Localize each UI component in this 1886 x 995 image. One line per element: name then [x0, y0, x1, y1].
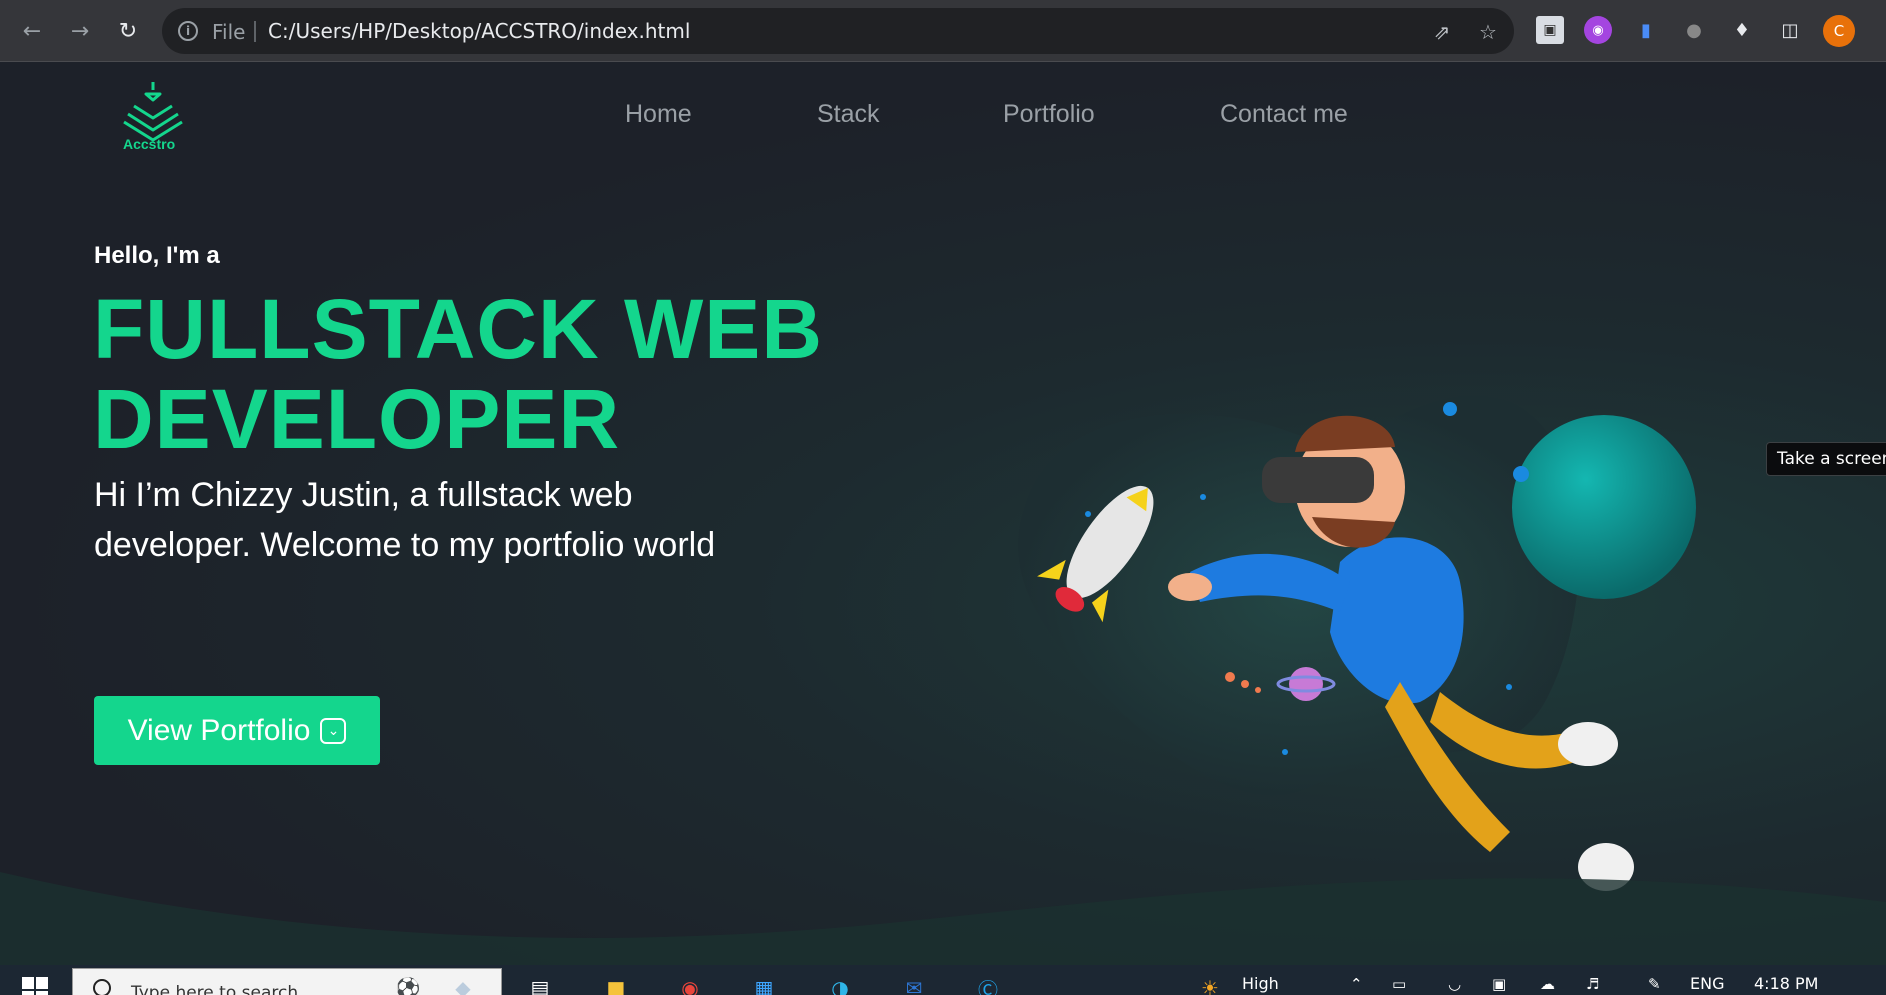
small-dot: [1443, 402, 1457, 416]
soccer-ball-icon[interactable]: ⚽: [390, 973, 426, 995]
small-dot: [1282, 749, 1288, 755]
nav-home[interactable]: Home: [625, 100, 692, 129]
nav-contact-me[interactable]: Contact me: [1220, 100, 1348, 129]
battery-icon[interactable]: ▭: [1392, 975, 1406, 993]
clock-time[interactable]: 4:18 PM: [1754, 974, 1818, 993]
small-dot: [1200, 494, 1206, 500]
chevron-down-icon: ⌄: [320, 717, 347, 744]
task-view-icon[interactable]: ▤: [522, 973, 558, 995]
search-placeholder: Type here to search: [131, 983, 299, 995]
view-portfolio-label: View Portfolio: [127, 713, 311, 747]
teal-planet: [1512, 415, 1696, 599]
chevron-up-icon[interactable]: ⌃: [1350, 975, 1363, 993]
browser-toolbar: ← → ↻ i File C:/Users/HP/Desktop/ACCSTRO…: [0, 0, 1886, 62]
onedrive-icon[interactable]: ☁: [1540, 975, 1555, 993]
logo-wordmark: Accstro: [123, 136, 176, 152]
small-dot: [1506, 684, 1512, 690]
address-bar[interactable]: i File C:/Users/HP/Desktop/ACCSTRO/index…: [162, 8, 1514, 54]
volume-icon[interactable]: ♬: [1586, 975, 1599, 993]
pen-icon[interactable]: ✎: [1648, 975, 1661, 993]
weather-icon[interactable]: ☀: [1192, 973, 1228, 995]
skype-icon[interactable]: Ⓒ: [970, 973, 1006, 995]
bottom-wave: [0, 872, 1886, 965]
hero-illustration: [1018, 395, 1696, 891]
site-info-icon[interactable]: i: [178, 21, 198, 41]
small-dot: [1513, 466, 1529, 482]
meet-now-icon[interactable]: ▣: [1492, 975, 1506, 993]
hero-greeting: Hello, I'm a: [94, 242, 220, 269]
omnibox-divider: [254, 21, 256, 42]
network-icon[interactable]: ◡: [1448, 975, 1461, 993]
app-icon[interactable]: ◆: [445, 973, 481, 995]
windows-start-icon[interactable]: [22, 977, 48, 995]
hero-headline: FULLSTACK WEB DEVELOPER: [93, 284, 853, 464]
nav-portfolio[interactable]: Portfolio: [1003, 100, 1095, 129]
purple-planet: [1289, 667, 1323, 701]
back-arrow-icon[interactable]: ←: [14, 13, 50, 49]
extension-purple-icon[interactable]: ◉: [1584, 16, 1612, 44]
taskbar-search-input[interactable]: Type here to search: [72, 968, 502, 995]
search-icon: [93, 979, 111, 995]
url-text[interactable]: C:/Users/HP/Desktop/ACCSTRO/index.html: [268, 19, 690, 43]
language-indicator[interactable]: ENG: [1690, 974, 1724, 993]
scheme-label: File: [212, 20, 246, 44]
web-page: Accstro Home Stack Portfolio Contact me …: [0, 62, 1886, 965]
headline-line-2: DEVELOPER: [93, 372, 621, 466]
screenshot-tooltip: Take a screens: [1766, 442, 1886, 476]
edge-icon[interactable]: ◑: [822, 973, 858, 995]
small-dot: [1085, 511, 1091, 517]
extensions-puzzle-icon[interactable]: ♦: [1728, 16, 1756, 44]
extension-photo-icon[interactable]: ▣: [1536, 16, 1564, 44]
side-panel-icon[interactable]: ◫: [1776, 16, 1804, 44]
mail-icon[interactable]: ✉: [896, 973, 932, 995]
file-explorer-icon[interactable]: ■: [598, 973, 634, 995]
weather-label[interactable]: High: [1242, 974, 1279, 993]
bookmark-star-icon[interactable]: ☆: [1476, 20, 1500, 44]
hero-intro-text: Hi I’m Chizzy Justin, a fullstack web de…: [94, 476, 716, 564]
profile-avatar[interactable]: C: [1823, 15, 1855, 47]
store-icon[interactable]: ▦: [746, 973, 782, 995]
headline-line-1: FULLSTACK WEB: [93, 282, 823, 376]
nav-stack[interactable]: Stack: [817, 100, 880, 129]
extension-document-icon[interactable]: ▮: [1632, 16, 1660, 44]
forward-arrow-icon[interactable]: →: [62, 13, 98, 49]
share-icon[interactable]: ⇗: [1430, 20, 1454, 44]
chrome-icon[interactable]: ◉: [672, 973, 708, 995]
extension-grey-icon[interactable]: ●: [1680, 16, 1708, 44]
reload-icon[interactable]: ↻: [110, 13, 146, 49]
view-portfolio-button[interactable]: View Portfolio ⌄: [94, 696, 380, 765]
windows-taskbar: Type here to search ⚽ ◆ ▤ ■ ◉ ▦ ◑ ✉ Ⓒ ☀ …: [0, 965, 1886, 995]
